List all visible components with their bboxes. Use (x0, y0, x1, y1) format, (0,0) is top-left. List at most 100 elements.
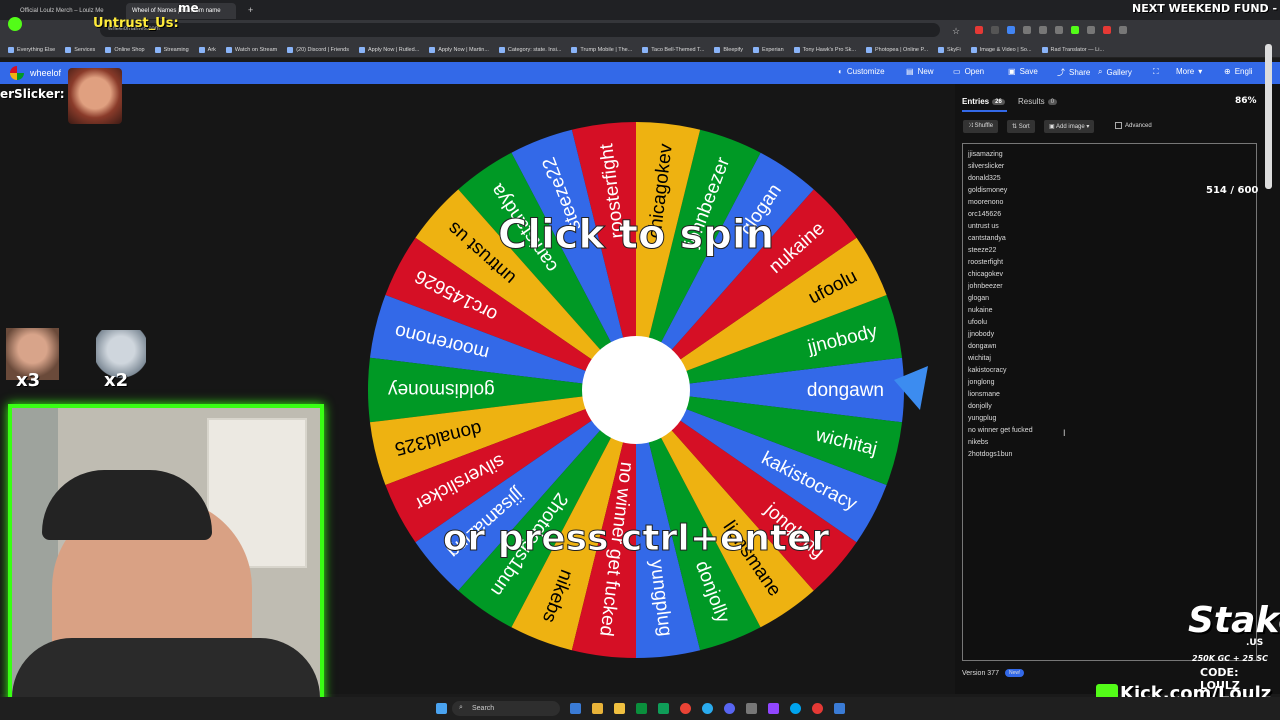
folder-icon[interactable] (614, 703, 625, 714)
bookmark-item[interactable]: Taco Bell-Themed T... (642, 46, 705, 53)
wheel-segment-label: goldismoney (388, 379, 495, 400)
bookmark-item[interactable]: Streaming (154, 46, 189, 53)
checkbox-box[interactable] (1115, 122, 1122, 129)
bookmark-item[interactable]: SkyFi (938, 46, 961, 53)
menu-gallery-button[interactable]: ⌕ Gallery (1098, 67, 1132, 77)
extension-icon[interactable] (975, 26, 983, 34)
menu-label: Customize (846, 67, 885, 76)
taskbar-search-label: Search (472, 705, 495, 712)
bookmark-label: Rad Translator — Li... (1050, 46, 1105, 53)
tab-entries[interactable]: Entries 26 (962, 97, 1005, 106)
entry-line: glogan (968, 295, 990, 302)
extension-icon[interactable] (1007, 26, 1015, 34)
menu-customize-button[interactable]: ◐ Customize (838, 67, 885, 76)
bookmark-item[interactable]: Watch on Stream (225, 46, 278, 53)
extension-icon[interactable] (1071, 26, 1079, 34)
bookmark-item[interactable]: Rad Translator — Li... (1041, 46, 1105, 53)
tab-results-label: Results (1018, 97, 1045, 106)
bookmark-item[interactable]: Image & Video | So... (970, 46, 1032, 53)
menu-fullscreen-button[interactable]: ⛶ (1153, 67, 1163, 77)
bookmark-item[interactable]: Apply Now | Martin... (429, 46, 489, 53)
version-text[interactable]: Version 377 (962, 670, 999, 677)
wheel-segment-label: dongawn (807, 380, 884, 401)
bookmark-label: Experian (761, 46, 784, 53)
bookmark-label: Watch on Stream (234, 46, 278, 53)
menu-save-button[interactable]: ▣ Save (1008, 67, 1038, 76)
bookmark-icon (642, 46, 649, 53)
fullscreen-icon: ⛶ (1153, 67, 1159, 76)
entry-line: nukaine (968, 307, 993, 314)
taskbar-app-icon[interactable] (834, 703, 845, 714)
bookmark-label: SkyFi (947, 46, 961, 53)
app-logo-text[interactable]: wheelof (30, 68, 61, 78)
entry-line: 2hotdogs1bun (968, 451, 1013, 458)
menu-label: Save (1019, 67, 1038, 76)
taskbar-app-icon[interactable] (746, 703, 757, 714)
shuffle-button[interactable]: ⤨ Shuffle (963, 120, 999, 133)
wheel[interactable]: dongawnjjnobodyufoolunukainegloganjohnbe… (367, 122, 928, 658)
add-image-label: Add image (1056, 124, 1085, 130)
tab-results[interactable]: Results 0 (1018, 97, 1058, 106)
taskbar-app-icon[interactable] (790, 703, 801, 714)
globe-icon: ⊕ (1224, 67, 1231, 76)
bookmark-label: Taco Bell-Themed T... (651, 46, 705, 53)
bookmark-item[interactable]: Bleepify (714, 46, 743, 53)
bookmark-item[interactable]: Trump Mobile | The... (571, 46, 632, 53)
address-input[interactable]: wheelofnames.com (100, 23, 940, 37)
menu-open-button[interactable]: ▭ Open (953, 67, 984, 76)
bookmark-item[interactable]: Apply Now | Rutled... (359, 46, 419, 53)
windows-start-icon[interactable] (436, 703, 447, 714)
bookmarks-bar: Everything Else Services Online Shop Stream… (0, 42, 1280, 58)
extension-icon[interactable] (1039, 26, 1047, 34)
bookmark-item[interactable]: Experian (752, 46, 784, 53)
bookmark-item[interactable]: Online Shop (105, 46, 145, 53)
menu-engli-button[interactable]: ⊕ Engli (1224, 67, 1253, 76)
telegram-icon[interactable] (702, 703, 713, 714)
entries-textarea[interactable]: jjisamazing silverslicker donald325 goldism… (962, 143, 1257, 661)
bookmark-item[interactable]: Category: state. Insi... (498, 46, 561, 53)
bookmark-icon (198, 46, 205, 53)
taskbar-app-icon[interactable] (658, 703, 669, 714)
advanced-checkbox[interactable]: Advanced (1115, 122, 1152, 129)
sort-button[interactable]: ⇅ Sort (1007, 120, 1035, 133)
bookmark-label: Photopea | Online P... (875, 46, 929, 53)
new-tab-button[interactable]: + (248, 5, 253, 15)
entry-line: dongawn (968, 343, 997, 350)
bookmark-item[interactable]: Photopea | Online P... (866, 46, 929, 53)
bookmark-item[interactable]: Everything Else (8, 46, 56, 53)
extension-icon[interactable] (1103, 26, 1111, 34)
version-row: Version 377 New! (962, 669, 1025, 677)
taskbar-app-icon[interactable] (592, 703, 603, 714)
chrome-icon[interactable] (680, 703, 691, 714)
wheel-center[interactable] (582, 336, 690, 444)
menu-new-button[interactable]: ▤ New (906, 67, 934, 76)
taskbar-app-icon[interactable] (636, 703, 647, 714)
menu-label: Open (964, 67, 985, 76)
bookmark-label: Online Shop (114, 46, 145, 53)
extension-icon[interactable] (1055, 26, 1063, 34)
bookmark-item[interactable]: Services (65, 46, 95, 53)
extension-icon[interactable] (1087, 26, 1095, 34)
extension-icon[interactable] (991, 26, 999, 34)
page-scrollbar[interactable] (1265, 44, 1272, 189)
bookmark-item[interactable]: Tony Hawk's Pro Sk... (793, 46, 856, 53)
extension-icon[interactable] (1119, 26, 1127, 34)
taskbar-app-icon[interactable] (768, 703, 779, 714)
extension-icon[interactable] (1023, 26, 1031, 34)
star-icon[interactable]: ☆ (952, 26, 960, 37)
discord-icon[interactable] (724, 703, 735, 714)
menu-more-button[interactable]: More ▾ (1176, 67, 1202, 76)
bookmark-item[interactable]: Ark (198, 46, 216, 53)
results-count-badge: 0 (1047, 98, 1058, 105)
taskbar-app-icon[interactable] (812, 703, 823, 714)
tab-indicator (962, 110, 1007, 112)
taskbar-search[interactable]: ⌕ Search (452, 701, 560, 716)
share-icon: ⤴ (1057, 68, 1065, 77)
menu-share-button[interactable]: ⤴ Share (1057, 67, 1090, 78)
taskbar-app-icon[interactable] (570, 703, 581, 714)
bookmark-label: Everything Else (17, 46, 56, 53)
bookmark-item[interactable]: (20) Discord | Friends (287, 46, 349, 53)
add-image-button[interactable]: ▣ Add image ▾ (1044, 120, 1095, 133)
bookmark-icon (498, 46, 505, 53)
click-to-spin-text[interactable]: Click to spin (497, 212, 774, 259)
